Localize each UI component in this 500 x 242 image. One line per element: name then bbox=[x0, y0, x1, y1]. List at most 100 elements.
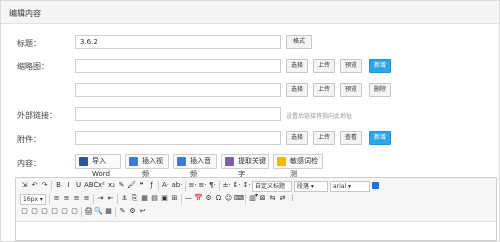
toolbar-button[interactable]: ab· bbox=[171, 181, 183, 190]
content-tool-button[interactable]: 插入音频 bbox=[173, 154, 217, 178]
toolbar-button[interactable]: ⇕· bbox=[232, 181, 241, 190]
toolbar-button[interactable]: ✎ bbox=[118, 207, 127, 216]
toolbar-button[interactable]: ↶ bbox=[30, 181, 39, 190]
toolbar-button[interactable]: ▢ bbox=[30, 207, 39, 216]
attachment-upload-button[interactable]: 上传 bbox=[313, 131, 335, 145]
toolbar-button[interactable]: ABC bbox=[84, 181, 98, 190]
toolbar-button[interactable]: ↕· bbox=[242, 181, 251, 190]
toolbar-button[interactable]: ≡ bbox=[62, 194, 71, 203]
toolbar-button[interactable]: 🖌 bbox=[127, 181, 136, 190]
toolbar-button[interactable]: ▢ bbox=[60, 207, 69, 216]
toolbar-button[interactable]: 🖨 bbox=[84, 207, 93, 216]
style-button[interactable]: 格式 bbox=[286, 35, 312, 49]
toolbar-button[interactable]: ▢ bbox=[40, 207, 49, 216]
toolbar-button[interactable]: ▦ bbox=[140, 194, 149, 203]
toolbar-button[interactable]: U bbox=[74, 181, 83, 190]
toolbar-button[interactable]: ≡ bbox=[82, 194, 91, 203]
thumbnail-input[interactable] bbox=[75, 59, 281, 73]
toolbar-separator bbox=[51, 181, 52, 191]
rich-text-editor[interactable]: ⇲ ↶ ↷ B I U ABCx² x₂ ✎ 🖌 ❝ ƒ A· ab· ≡· ≡· ¶· ±· ⇕· ↕· 自定义标题 … bbox=[15, 177, 497, 241]
title-label: 标题： bbox=[17, 39, 41, 48]
toolbar-button[interactable]: ⊞ bbox=[170, 194, 179, 203]
toolbar-button[interactable]: ±· bbox=[222, 181, 231, 190]
toolbar-button[interactable]: ⇤ bbox=[106, 194, 115, 203]
toolbar-button[interactable]: ▢ bbox=[70, 207, 79, 216]
toolbar-button[interactable]: ✎ bbox=[117, 181, 126, 190]
preview-button-2[interactable]: 预览 bbox=[340, 83, 362, 97]
toolbar-button[interactable]: ▣ bbox=[160, 194, 169, 203]
upload-button[interactable]: 上传 bbox=[313, 59, 335, 73]
content-tool-label: 插入音频 bbox=[190, 157, 211, 178]
content-tool-button[interactable]: 敏感词检测 bbox=[273, 154, 323, 178]
toolbar-button[interactable]: x₂ bbox=[107, 181, 116, 190]
toolbar-button[interactable]: ≡ bbox=[72, 194, 81, 203]
custom-title-select[interactable]: 自定义标题 ▾ bbox=[252, 181, 292, 199]
content-tool-button[interactable]: 导入Word bbox=[75, 154, 121, 178]
toolbar-button[interactable]: Ω bbox=[214, 194, 223, 203]
toolbar-button[interactable]: ≡ bbox=[52, 194, 61, 203]
toolbar-button[interactable]: 📅 bbox=[194, 194, 203, 203]
toolbar-button[interactable]: ▢ bbox=[50, 207, 59, 216]
title-input[interactable]: 3.6.2 bbox=[75, 35, 281, 49]
upload-button-2[interactable]: 上传 bbox=[313, 83, 335, 97]
toolbar-button[interactable]: B bbox=[54, 181, 63, 190]
paragraph-select[interactable]: 段落 ▾ bbox=[294, 181, 328, 192]
toolbar-separator bbox=[115, 207, 116, 217]
preview-button[interactable]: 预览 bbox=[340, 59, 362, 73]
content-tool-button[interactable]: 插入视频 bbox=[125, 154, 169, 178]
attachment-view-button[interactable]: 查看 bbox=[340, 131, 362, 145]
thumbnail-input-2[interactable] bbox=[75, 83, 281, 97]
select-button-2[interactable]: 选择 bbox=[286, 83, 308, 97]
toolbar-button[interactable]: ☺ bbox=[224, 194, 233, 203]
toolbar-button[interactable]: ⎘ bbox=[130, 194, 139, 203]
attachment-label: 附件： bbox=[17, 135, 41, 144]
toolbar-separator bbox=[181, 194, 182, 204]
add-attachment-button[interactable]: 新增 bbox=[369, 131, 391, 145]
toolbar-separator bbox=[117, 194, 118, 204]
thumbnail-label: 缩略图： bbox=[17, 62, 49, 71]
toolbar-button[interactable]: ⊠ bbox=[258, 194, 267, 203]
font-family-select[interactable]: arial ▾ bbox=[330, 181, 370, 192]
content-tool-label: 导入Word bbox=[92, 157, 110, 178]
toolbar-button[interactable]: ❝ bbox=[137, 181, 146, 190]
attachment-select-button[interactable]: 选择 bbox=[286, 131, 308, 145]
external-link-input[interactable] bbox=[75, 107, 281, 121]
delete-thumbnail-button[interactable]: 删除 bbox=[369, 83, 391, 97]
toolbar-button[interactable]: ▥ bbox=[248, 194, 257, 203]
toolbar-button[interactable]: I bbox=[64, 181, 73, 190]
toolbar-button[interactable]: — bbox=[184, 194, 193, 203]
add-thumbnail-button[interactable]: 新增 bbox=[369, 59, 391, 73]
toolbar-button[interactable]: x² bbox=[97, 181, 106, 190]
toolbar-button[interactable]: ▢ bbox=[20, 207, 29, 216]
toolbar-separator bbox=[93, 194, 94, 204]
font-size-select[interactable]: 16px ▾ bbox=[20, 194, 46, 205]
keyword-icon bbox=[225, 157, 234, 166]
toolbar-button[interactable]: ⇆ bbox=[268, 194, 277, 203]
toolbar-button[interactable]: ⚙ bbox=[128, 207, 137, 216]
content-tool-label: 提取关键字 bbox=[238, 157, 266, 178]
toolbar-button[interactable]: ▦ bbox=[104, 207, 113, 216]
toolbar-button[interactable]: A· bbox=[161, 181, 170, 190]
toolbar-button[interactable]: ⇲ bbox=[20, 181, 29, 190]
select-button[interactable]: 选择 bbox=[286, 59, 308, 73]
toolbar-button[interactable]: ≡· bbox=[188, 181, 197, 190]
toolbar-button[interactable]: ↷ bbox=[40, 181, 49, 190]
content-tool-button[interactable]: 提取关键字 bbox=[221, 154, 269, 178]
toolbar-button[interactable]: ↩ bbox=[138, 207, 147, 216]
toolbar-button[interactable]: ▤ bbox=[150, 194, 159, 203]
toolbar-separator bbox=[49, 194, 50, 204]
toolbar-button[interactable]: ⇥ bbox=[96, 194, 105, 203]
attachment-input[interactable] bbox=[75, 131, 281, 145]
toolbar-button[interactable]: ¶· bbox=[208, 181, 217, 190]
toolbar-button[interactable]: ⇄ bbox=[278, 194, 287, 203]
source-icon[interactable] bbox=[372, 182, 379, 189]
toolbar-button[interactable]: 🔍 bbox=[94, 207, 103, 216]
toolbar-separator bbox=[81, 207, 82, 217]
toolbar-button[interactable]: ≡· bbox=[198, 181, 207, 190]
toolbar-button[interactable]: ⌨ bbox=[234, 194, 244, 203]
toolbar-button[interactable]: ⚙ bbox=[204, 194, 213, 203]
toolbar-button[interactable]: ƒ bbox=[147, 181, 156, 190]
toolbar-button[interactable]: ⚓ bbox=[120, 194, 129, 203]
toolbar-separator bbox=[185, 181, 186, 191]
toolbar-button[interactable]: ⋮ bbox=[288, 194, 297, 203]
